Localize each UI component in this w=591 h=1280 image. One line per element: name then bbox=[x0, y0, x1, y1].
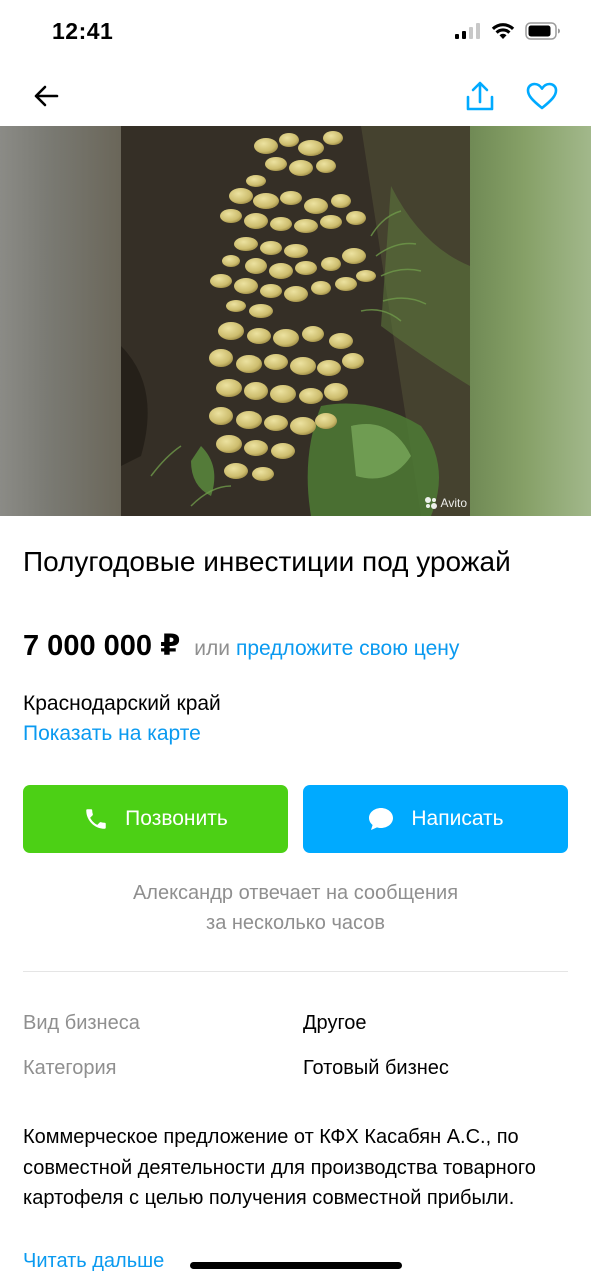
param-label: Вид бизнеса bbox=[23, 1012, 140, 1034]
reply-note-line-1: Александр отвечает на сообщения bbox=[132, 882, 459, 904]
reply-note-line-2: за несколько часов bbox=[206, 912, 385, 934]
listing-photo[interactable] bbox=[121, 126, 470, 516]
back-button[interactable] bbox=[24, 74, 68, 118]
write-message-button[interactable]: Написать bbox=[303, 785, 568, 853]
home-indicator[interactable] bbox=[190, 1262, 402, 1269]
price-or-text: или bbox=[194, 637, 230, 660]
favorite-button[interactable] bbox=[520, 74, 564, 118]
share-icon bbox=[466, 81, 494, 111]
price-row: 7 000 000 ₽ или предложите свою цену bbox=[23, 628, 459, 663]
avito-watermark: Avito bbox=[424, 496, 467, 510]
call-button-label: Позвонить bbox=[125, 807, 228, 830]
call-button[interactable]: Позвонить bbox=[23, 785, 288, 853]
cellular-signal-icon bbox=[455, 23, 480, 39]
share-button[interactable] bbox=[458, 74, 502, 118]
phone-icon bbox=[86, 809, 106, 829]
photo-gallery[interactable]: Avito bbox=[0, 126, 591, 516]
avito-logo-icon bbox=[424, 497, 437, 509]
gallery-blur-left bbox=[0, 126, 121, 516]
show-on-map-link[interactable]: Показать на карте bbox=[23, 722, 201, 746]
read-more-link[interactable]: Читать дальше bbox=[23, 1250, 164, 1273]
offer-price-link[interactable]: предложите свою цену bbox=[236, 637, 459, 661]
wifi-icon bbox=[491, 23, 515, 39]
status-icons bbox=[455, 22, 561, 40]
section-divider bbox=[23, 971, 568, 972]
status-time: 12:41 bbox=[52, 18, 114, 44]
listing-location: Краснодарский край bbox=[23, 692, 221, 715]
heart-icon bbox=[526, 82, 558, 110]
gallery-blur-right bbox=[470, 126, 591, 516]
arrow-left-icon bbox=[34, 85, 59, 107]
listing-price: 7 000 000 ₽ bbox=[23, 630, 181, 662]
watermark-text: Avito bbox=[440, 496, 467, 510]
param-label: Категория bbox=[23, 1057, 117, 1079]
param-value: Готовый бизнес bbox=[303, 1057, 449, 1079]
chat-bubble-icon bbox=[369, 808, 394, 830]
battery-icon bbox=[525, 22, 560, 40]
status-bar: 12:41 bbox=[0, 0, 591, 64]
listing-title: Полугодовые инвестиции под урожай bbox=[23, 546, 511, 577]
listing-description: Коммерческое предложение от КФХ Касабян … bbox=[23, 1126, 536, 1209]
param-value: Другое bbox=[303, 1012, 367, 1034]
seller-reply-note: Александр отвечает на сообщения за неско… bbox=[23, 878, 568, 938]
write-button-label: Написать bbox=[411, 807, 504, 830]
top-nav-bar bbox=[0, 64, 591, 126]
